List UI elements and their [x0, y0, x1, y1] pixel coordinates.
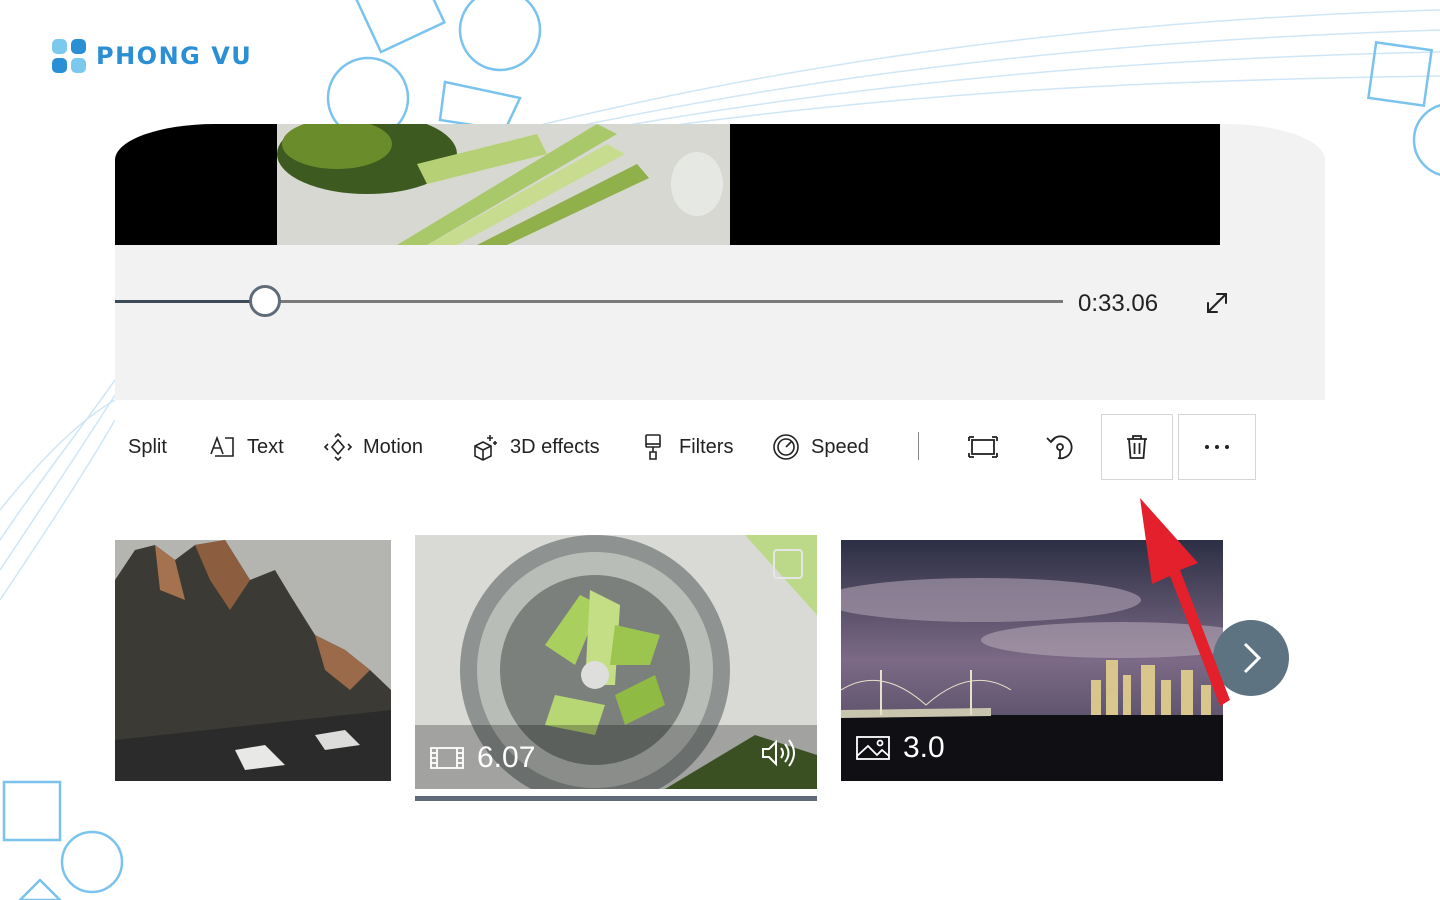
video-clip-icon — [430, 747, 464, 769]
trash-button[interactable] — [1101, 414, 1173, 480]
text-button[interactable]: Text — [207, 430, 284, 464]
timeline-clip-blender[interactable]: 6.07 — [415, 535, 817, 789]
clip-toolbar: Split Text Motion 3D effects Filters Spe… — [115, 400, 1325, 496]
clip-select-checkbox[interactable] — [773, 549, 803, 579]
expand-icon[interactable] — [1203, 289, 1231, 317]
motion-icon — [323, 432, 353, 462]
timeline-clip-mountains[interactable] — [115, 540, 391, 781]
split-button[interactable]: Split — [128, 430, 167, 464]
video-frame-image — [277, 124, 730, 245]
split-label: Split — [128, 435, 167, 458]
clip-duration: 3.0 — [855, 731, 945, 765]
brand-logo: PHONG VU — [50, 36, 252, 76]
annotation-arrow-icon — [1140, 498, 1230, 706]
motion-button[interactable]: Motion — [323, 430, 423, 464]
trash-icon — [1127, 435, 1147, 459]
playback-time: 0:33.06 — [1078, 290, 1159, 317]
text-label: Text — [247, 435, 284, 458]
3d-effects-button[interactable]: 3D effects — [470, 430, 600, 464]
clip-duration: 6.07 — [429, 741, 535, 775]
speed-icon — [773, 434, 799, 460]
speed-button[interactable]: Speed — [771, 430, 869, 464]
image-clip-icon — [856, 736, 890, 760]
more-options-button[interactable] — [1178, 414, 1256, 480]
video-editor-window: 0:33.06 — [115, 124, 1325, 400]
seek-bar-thumb[interactable] — [248, 285, 281, 317]
filters-button[interactable]: Filters — [639, 430, 733, 464]
3d-effects-label: 3D effects — [510, 435, 600, 458]
rotate-icon[interactable] — [1043, 430, 1077, 464]
audio-icon[interactable] — [759, 737, 799, 769]
clip-duration-value: 3.0 — [903, 731, 945, 764]
selected-clip-indicator — [415, 796, 817, 801]
logo-mark-icon — [52, 39, 86, 73]
seek-bar-progress — [115, 300, 267, 303]
mountain-thumbnail — [115, 540, 391, 781]
more-icon — [1205, 445, 1229, 449]
3d-effects-icon — [474, 435, 497, 461]
brand-name: PHONG VU — [96, 42, 253, 70]
chevron-right-icon — [1243, 642, 1262, 674]
motion-label: Motion — [363, 435, 424, 458]
text-icon — [210, 435, 234, 457]
filters-label: Filters — [679, 435, 734, 458]
clip-duration-value: 6.07 — [477, 741, 536, 774]
video-preview[interactable] — [115, 124, 1220, 245]
speed-label: Speed — [811, 435, 869, 458]
toolbar-divider — [918, 432, 919, 460]
resize-icon[interactable] — [966, 430, 1000, 464]
filters-icon — [645, 434, 661, 460]
